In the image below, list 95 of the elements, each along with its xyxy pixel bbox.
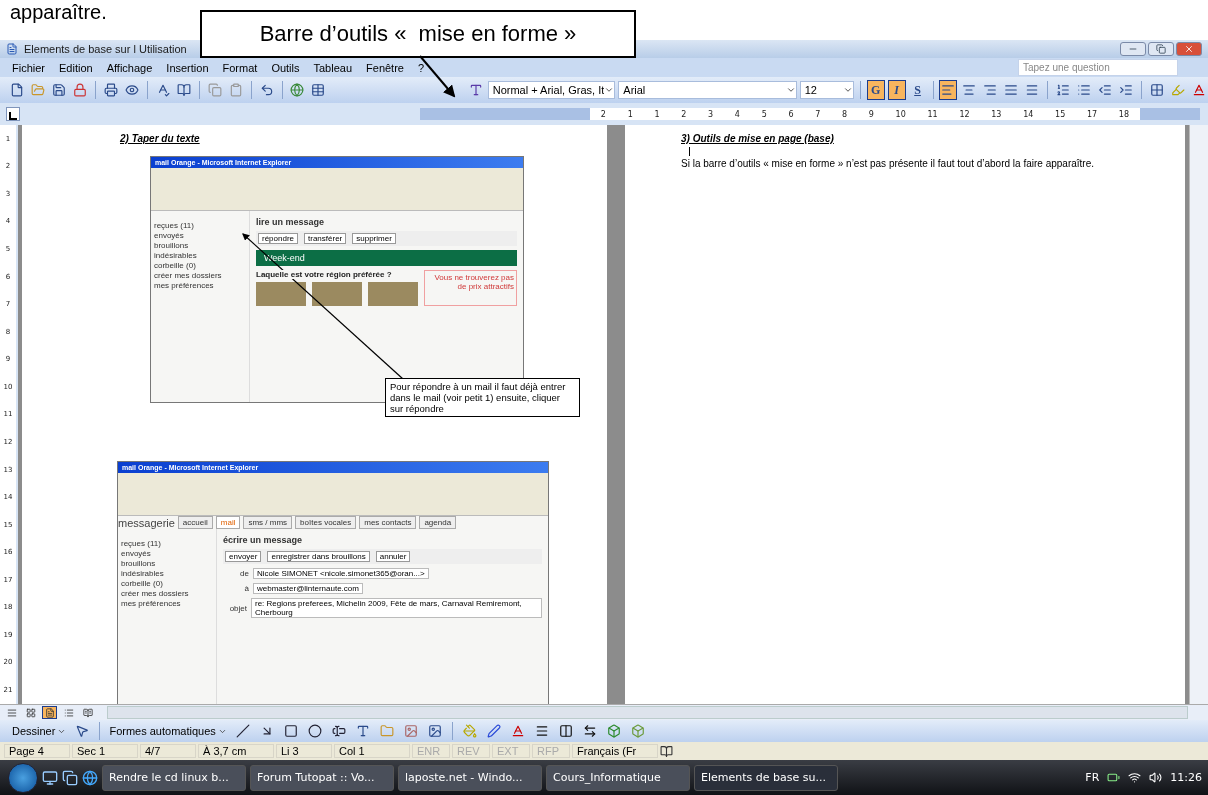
browser-tab[interactable]: boîtes vocales xyxy=(295,516,357,529)
font-dropdown[interactable]: Arial xyxy=(618,81,797,99)
taskbar-button[interactable]: Elements de base su... xyxy=(694,764,838,791)
folder-item[interactable]: corbeille (0) xyxy=(154,261,246,270)
mail-button[interactable]: répondre xyxy=(258,233,299,244)
field-label: de xyxy=(239,569,249,578)
section-heading: 3) Outils de mise en page (base) xyxy=(681,133,835,144)
browser-tab[interactable]: mes contacts xyxy=(359,516,417,529)
folder-item[interactable]: créer mes dossiers xyxy=(154,271,246,280)
ruler-number: 10 xyxy=(895,109,906,119)
ruler-number: 18 xyxy=(1118,109,1130,119)
menu-item[interactable]: Edition xyxy=(59,61,93,74)
mail-button[interactable]: annuler xyxy=(375,551,411,562)
mail-button[interactable]: supprimer xyxy=(352,233,396,244)
ruler-number: 15 xyxy=(1055,109,1066,119)
field-label: objet xyxy=(228,603,247,613)
input-field[interactable]: Nicole SIMONET <nicole.simonet365@oran...> xyxy=(253,568,429,579)
autoshapes-menu-button[interactable]: Formes automatiques xyxy=(107,725,229,737)
ad-text: Vous ne trouverez pas de prix attractifs xyxy=(424,270,517,306)
ruler-number: 11 xyxy=(927,109,938,119)
ruler-number: 2 xyxy=(600,109,606,119)
menu-item[interactable]: Tableau xyxy=(313,61,353,74)
help-search-field[interactable]: Tapez une question xyxy=(1018,59,1178,76)
folder-item[interactable]: brouillons xyxy=(154,241,246,250)
taskbar-button[interactable]: Cours_Informatique xyxy=(546,764,690,791)
section-heading: 2) Taper du texte xyxy=(120,133,201,144)
draw-menu-button[interactable]: Dessiner xyxy=(10,725,69,737)
browser-tab[interactable]: agenda xyxy=(419,516,457,529)
ruler-number: 7 xyxy=(815,109,821,119)
folder-item[interactable]: indésirables xyxy=(121,569,213,578)
section-heading: lire un message xyxy=(256,217,326,227)
status-item: 4/7 xyxy=(140,744,196,758)
ruler-number: 9 xyxy=(868,109,874,119)
font-size-dropdown[interactable]: 12 xyxy=(799,81,854,99)
bold-button[interactable]: G xyxy=(866,80,885,100)
mail-button[interactable]: transférer xyxy=(304,233,347,244)
newsletter-banner: Week-end xyxy=(256,250,517,266)
status-item: Li 3 xyxy=(276,744,332,758)
status-item: Sec 1 xyxy=(72,744,138,758)
menu-item[interactable]: Format xyxy=(222,61,258,74)
field-label: à xyxy=(243,584,249,593)
underline-button[interactable]: S xyxy=(908,80,927,100)
annotation-callout: Barre d’outils « mise en forme » xyxy=(200,10,636,58)
status-item: Page 4 xyxy=(4,744,70,758)
folder-item[interactable]: reçues (11) xyxy=(121,539,213,548)
browser-tab[interactable]: accueil xyxy=(177,516,213,529)
style-dropdown[interactable]: Normal + Arial, Gras, It xyxy=(487,81,616,99)
clock: 11:26 xyxy=(1170,771,1202,784)
ruler-number: 1 xyxy=(654,109,660,119)
mail-button[interactable]: envoyer xyxy=(225,551,262,562)
status-item: À 3,7 cm xyxy=(198,744,274,758)
ruler-number: 3 xyxy=(708,109,714,119)
folder-item[interactable]: envoyés xyxy=(121,549,213,558)
menu-item[interactable]: Insertion xyxy=(166,61,209,74)
annotation-note: Pour répondre à un mail il faut déjà entrer dans le mail (voir petit 1) ensuite, cliquer sur répondre xyxy=(385,378,580,417)
folder-item[interactable]: envoyés xyxy=(154,231,246,240)
browser-tab[interactable]: sms / mms xyxy=(243,516,293,529)
folder-item[interactable]: brouillons xyxy=(121,559,213,568)
ruler-number: 1 xyxy=(627,109,633,119)
paragraph-text: Si la barre d’outils « mise en forme » n’est pas présente il faut tout d’abord la faire apparaître. xyxy=(681,158,1095,170)
input-field[interactable]: re: Regions preferees, Michelin 2009, Fête de mars, Carnaval Remiremont, Cherbourg xyxy=(251,598,542,618)
folder-item[interactable]: reçues (11) xyxy=(154,221,246,230)
menu-item[interactable]: Outils xyxy=(271,61,300,74)
menu-item[interactable]: Fichier xyxy=(12,61,45,74)
browser-tab[interactable]: mail xyxy=(215,516,241,529)
input-field[interactable]: webmaster@linternaute.com xyxy=(253,583,363,594)
folder-item[interactable]: corbeille (0) xyxy=(121,579,213,588)
ruler-number: 14 xyxy=(1023,109,1034,119)
section-heading: écrire un message xyxy=(223,535,304,545)
status-item: Col 1 xyxy=(334,744,410,758)
ruler-number: 13 xyxy=(991,109,1002,119)
mail-button[interactable]: enregistrer dans brouillons xyxy=(267,551,370,562)
taskbar-button[interactable]: Forum Tutopat :: Vo... xyxy=(250,764,394,791)
folder-item[interactable]: indésirables xyxy=(154,251,246,260)
language-indicator[interactable]: FR xyxy=(1085,771,1100,784)
ruler-number: 17 xyxy=(1086,109,1098,119)
taskbar-button[interactable]: Rendre le cd linux b... xyxy=(102,764,246,791)
taskbar-button[interactable]: laposte.net - Windo... xyxy=(398,764,542,791)
brand-text: messagerie xyxy=(118,517,175,529)
ruler-number: 12 xyxy=(959,109,970,119)
document-text: apparaître. xyxy=(10,0,107,24)
ruler-number: 6 xyxy=(788,109,794,119)
window-title: Elements de base sur l Utilisation xyxy=(24,43,187,55)
ruler-number: 2 xyxy=(681,109,687,119)
italic-button[interactable]: I xyxy=(887,80,906,100)
folder-item[interactable]: mes préférences xyxy=(121,599,213,608)
menu-item[interactable]: ? xyxy=(417,61,425,74)
language-status[interactable]: Français (Fr xyxy=(572,744,658,758)
folder-item[interactable]: mes préférences xyxy=(154,281,246,290)
menu-item[interactable]: Affichage xyxy=(106,61,153,74)
folder-item[interactable]: créer mes dossiers xyxy=(121,589,213,598)
ruler-number: 5 xyxy=(761,109,767,119)
ruler-number: 8 xyxy=(842,109,848,119)
ruler-number: 4 xyxy=(734,109,740,119)
menu-item[interactable]: Fenêtre xyxy=(366,61,404,74)
